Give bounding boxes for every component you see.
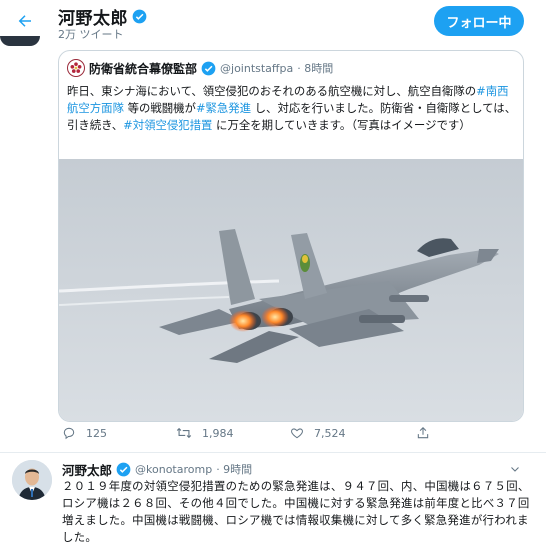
reply-count: 125	[86, 426, 107, 440]
quote-author-name[interactable]: 防衛省統合幕僚監部	[89, 60, 197, 77]
like-action[interactable]: 7,524	[290, 426, 346, 440]
reply-author-handle: @konotaromp	[135, 462, 213, 476]
reply-header: 河野太郎 @konotaromp · 9時間	[62, 460, 252, 478]
following-button[interactable]: フォロー中	[434, 6, 524, 36]
chevron-down-icon	[511, 467, 519, 472]
retweet-action[interactable]: 1,984	[176, 426, 234, 440]
more-options-button[interactable]	[506, 460, 524, 478]
quoted-tweet-header: 防衛省統合幕僚監部 @jointstaffpa · 8時間	[67, 59, 333, 77]
like-count: 7,524	[314, 426, 346, 440]
verified-icon	[116, 462, 131, 476]
sakura-emblem-icon	[69, 61, 83, 75]
reply-action[interactable]: 125	[62, 426, 107, 440]
tweet-count: 2万 ツイート	[58, 28, 124, 41]
tweet-divider	[0, 452, 546, 453]
quote-avatar[interactable]	[67, 59, 85, 77]
quote-timestamp[interactable]: · 8時間	[297, 60, 333, 76]
quote-text-part: 昨日、東シナ海において、領空侵犯のおそれのある航空機に対し、航空自衛隊の	[67, 84, 477, 98]
retweet-count: 1,984	[202, 426, 234, 440]
quote-text: 昨日、東シナ海において、領空侵犯のおそれのある航空機に対し、航空自衛隊の#南西航…	[67, 83, 517, 134]
quote-text-part: 等の戦闘機が	[123, 101, 196, 115]
back-button[interactable]	[12, 8, 38, 34]
fighter-jet-photo[interactable]	[59, 159, 523, 421]
hashtag-link[interactable]: #緊急発進	[196, 101, 251, 115]
reply-timestamp[interactable]: · 9時間	[216, 461, 252, 477]
reply-icon	[63, 427, 75, 440]
share-icon	[417, 427, 429, 439]
profile-photo	[12, 460, 52, 500]
reply-author-name[interactable]: 河野太郎	[62, 460, 112, 479]
profile-header: 河野太郎 2万 ツイート フォロー中	[0, 0, 546, 44]
quote-text-part: に万全を期していきます。（写真はイメージです）	[212, 118, 471, 132]
reply-avatar[interactable]	[12, 460, 52, 500]
back-arrow-icon	[18, 15, 31, 27]
share-action[interactable]	[416, 426, 430, 440]
quoted-tweet-card[interactable]: 防衛省統合幕僚監部 @jointstaffpa · 8時間 昨日、東シナ海におい…	[58, 50, 524, 422]
quote-author-handle: @jointstaffpa	[220, 61, 294, 75]
header-avatar	[0, 36, 40, 46]
verified-icon	[201, 61, 216, 75]
retweet-icon	[176, 427, 192, 439]
tweet-action-bar: 125 1,984 7,524	[58, 426, 538, 446]
hashtag-link[interactable]: #対領空侵犯措置	[123, 118, 212, 132]
heart-icon	[290, 428, 304, 439]
verified-icon	[132, 9, 147, 24]
reply-text: ２０１９年度の対領空侵犯措置のための緊急発進は、９４７回、内、中国機は６７５回、…	[62, 479, 530, 544]
